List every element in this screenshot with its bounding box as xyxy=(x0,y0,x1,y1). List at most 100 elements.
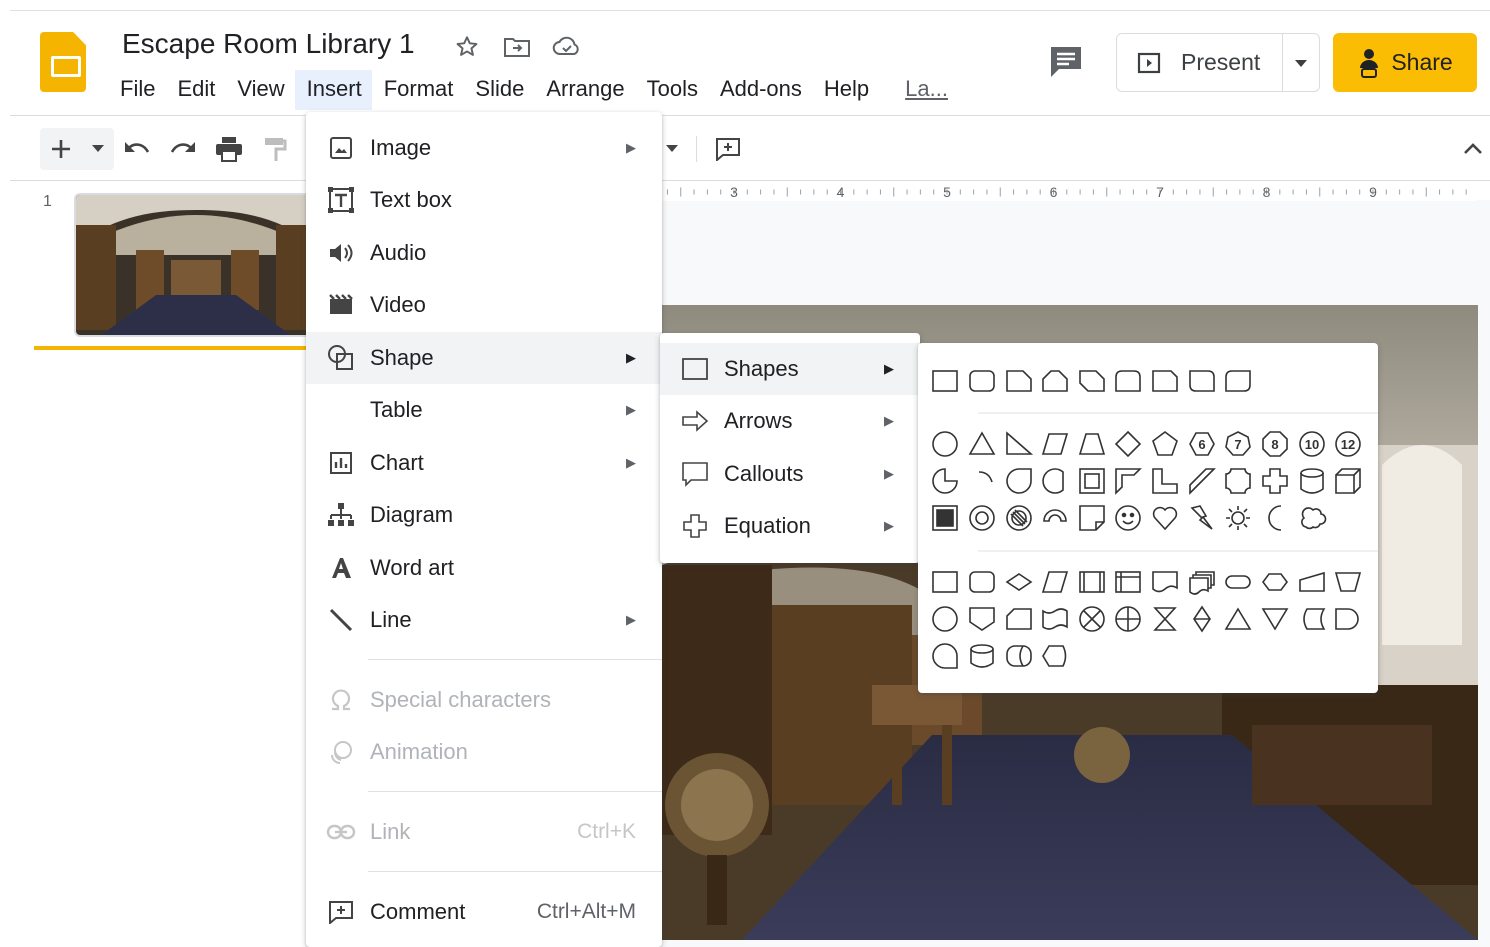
menu-arrange[interactable]: Arrange xyxy=(534,70,634,110)
flowchart-sort-shape[interactable] xyxy=(1193,605,1211,633)
caret-down-icon[interactable] xyxy=(92,145,104,153)
undo-button[interactable] xyxy=(114,128,160,170)
flowchart-terminator-shape[interactable] xyxy=(1225,575,1251,589)
rectangle-variant-shape[interactable] xyxy=(1152,370,1178,392)
flowchart-offpage-connector-shape[interactable] xyxy=(969,607,995,631)
flowchart-display-shape[interactable] xyxy=(1042,645,1067,667)
menu-help[interactable]: Help xyxy=(812,70,879,110)
l-shape-shape[interactable] xyxy=(1152,468,1178,494)
no-symbol-shape[interactable] xyxy=(1006,505,1032,531)
chord-shape[interactable] xyxy=(1042,468,1064,494)
insert-text-box[interactable]: Text box xyxy=(306,174,662,226)
menu-addons[interactable]: Add-ons xyxy=(708,70,812,110)
insert-line[interactable]: Line ▶ xyxy=(306,594,662,646)
star-icon[interactable] xyxy=(450,32,484,62)
cloud-shape[interactable] xyxy=(1301,507,1327,530)
smiley-face-shape[interactable] xyxy=(1115,505,1141,531)
redo-button[interactable] xyxy=(160,128,206,170)
frame-shape[interactable] xyxy=(1079,468,1105,494)
flowchart-sequential-access-storage-shape[interactable] xyxy=(932,643,958,669)
block-arc-shape[interactable] xyxy=(1043,509,1067,522)
flowchart-extract-shape[interactable] xyxy=(1224,607,1252,630)
trapezoid-shape[interactable] xyxy=(1078,433,1106,455)
flowchart-preparation-shape[interactable] xyxy=(1262,573,1288,591)
flowchart-collate-shape[interactable] xyxy=(1153,607,1177,631)
flowchart-summing-junction-shape[interactable] xyxy=(1079,606,1105,632)
oval-shape[interactable] xyxy=(932,431,958,457)
add-comment-button[interactable] xyxy=(711,128,745,170)
parallelogram-shape[interactable] xyxy=(1041,433,1069,455)
insert-table[interactable]: Table ▶ xyxy=(306,384,662,436)
flowchart-direct-access-storage-shape[interactable] xyxy=(1006,645,1032,667)
menu-view[interactable]: View xyxy=(225,70,294,110)
flowchart-magnetic-disk-shape[interactable] xyxy=(970,644,994,668)
flowchart-stored-data-shape[interactable] xyxy=(1303,608,1326,630)
comment-history-icon[interactable] xyxy=(1046,42,1086,82)
rectangle-variant-shape[interactable] xyxy=(1006,370,1032,392)
caret-down-icon[interactable] xyxy=(662,128,682,170)
pie-shape[interactable] xyxy=(932,468,958,494)
flowchart-manual-operation-shape[interactable] xyxy=(1334,572,1362,592)
cloud-saved-icon[interactable] xyxy=(550,32,584,62)
flowchart-card-shape[interactable] xyxy=(1006,608,1032,630)
insert-audio[interactable]: Audio xyxy=(306,227,662,279)
diamond-shape[interactable] xyxy=(1114,430,1142,458)
rectangle-variant-shape[interactable] xyxy=(1225,370,1251,392)
flowchart-process-shape[interactable] xyxy=(932,571,958,593)
rectangle-variant-shape[interactable] xyxy=(969,370,995,392)
right-triangle-shape[interactable] xyxy=(1006,431,1034,455)
menu-insert[interactable]: Insert xyxy=(294,70,372,110)
present-button[interactable]: Present xyxy=(1117,34,1283,91)
insert-image[interactable]: Image ▶ xyxy=(306,122,662,174)
flowchart-manual-input-shape[interactable] xyxy=(1299,571,1325,592)
moon-shape[interactable] xyxy=(1268,505,1282,531)
insert-video[interactable]: Video xyxy=(306,279,662,331)
flowchart-decision-shape[interactable] xyxy=(1005,573,1033,591)
document-title[interactable]: Escape Room Library 1 xyxy=(122,28,415,60)
flowchart-merge-shape[interactable] xyxy=(1261,608,1289,631)
print-button[interactable] xyxy=(206,128,252,170)
insert-diagram[interactable]: Diagram xyxy=(306,489,662,541)
menu-edit[interactable]: Edit xyxy=(165,70,225,110)
flowchart-internal-storage-shape[interactable] xyxy=(1115,571,1141,593)
lightning-bolt-shape[interactable] xyxy=(1190,505,1213,530)
slide-thumbnail[interactable] xyxy=(74,193,314,337)
flowchart-data-shape[interactable] xyxy=(1041,571,1069,593)
share-button[interactable]: Share xyxy=(1333,33,1477,92)
teardrop-shape[interactable] xyxy=(1006,468,1032,494)
flowchart-delay-shape[interactable] xyxy=(1335,608,1359,630)
flowchart-document-shape[interactable] xyxy=(1152,571,1178,593)
paint-format-button[interactable] xyxy=(252,128,298,170)
flowchart-predefined-process-shape[interactable] xyxy=(1079,571,1105,593)
plaque-shape[interactable] xyxy=(1225,468,1251,494)
add-icon[interactable] xyxy=(50,138,72,160)
slides-logo[interactable] xyxy=(40,32,86,92)
folded-corner-shape[interactable] xyxy=(1079,505,1105,531)
menu-slide[interactable]: Slide xyxy=(463,70,534,110)
triangle-shape[interactable] xyxy=(968,431,996,455)
cube-shape[interactable] xyxy=(1335,468,1361,494)
flowchart-multidocument-shape[interactable] xyxy=(1189,571,1215,595)
heart-shape[interactable] xyxy=(1152,506,1178,531)
move-folder-icon[interactable] xyxy=(500,32,534,62)
insert-word-art[interactable]: Word art xyxy=(306,542,662,594)
arc-shape[interactable] xyxy=(978,471,993,483)
rectangle-variant-shape[interactable] xyxy=(1189,370,1215,392)
menu-file[interactable]: File xyxy=(108,70,165,110)
shape-menu-equation[interactable]: Equation ▶ xyxy=(660,500,920,552)
can-shape[interactable] xyxy=(1300,468,1324,494)
rectangle-variant-shape[interactable] xyxy=(1042,370,1068,392)
sun-shape[interactable] xyxy=(1226,506,1250,530)
menu-format[interactable]: Format xyxy=(372,70,464,110)
flowchart-alternate-process-shape[interactable] xyxy=(969,571,995,593)
shape-menu-shapes[interactable]: Shapes ▶ xyxy=(660,343,920,395)
shape-menu-callouts[interactable]: Callouts ▶ xyxy=(660,448,920,500)
rectangle-variant-shape[interactable] xyxy=(1115,370,1141,392)
half-frame-shape[interactable] xyxy=(1115,468,1142,495)
pentagon-shape[interactable] xyxy=(1152,431,1178,456)
collapse-toolbar-icon[interactable] xyxy=(1458,134,1488,164)
rectangle-variant-shape[interactable] xyxy=(1079,370,1105,392)
insert-comment[interactable]: Comment Ctrl+Alt+M xyxy=(306,886,662,938)
flowchart-connector-shape[interactable] xyxy=(932,606,958,632)
diagonal-stripe-shape[interactable] xyxy=(1189,468,1216,495)
